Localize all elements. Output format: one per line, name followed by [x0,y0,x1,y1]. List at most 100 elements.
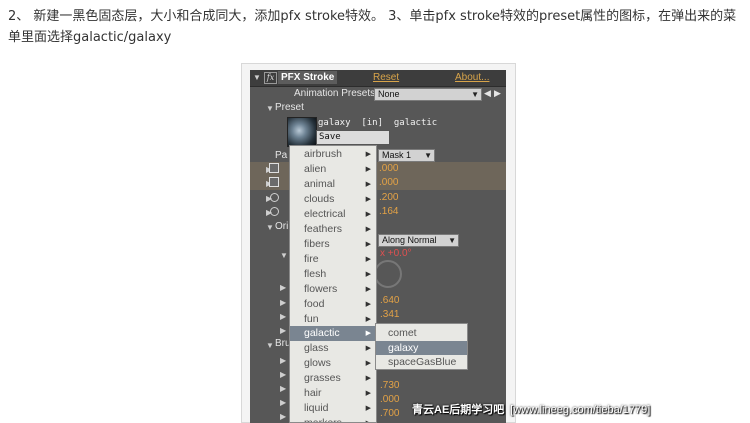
menu-item-label: electrical [304,208,346,220]
path-dropdown[interactable]: Mask 1 ▼ [378,149,435,162]
property-value[interactable]: .341 [380,309,399,320]
menu-item-galactic[interactable]: galactic ▶ [290,326,376,341]
menu-item-label: hair [304,387,322,399]
menu-item-electrical[interactable]: electrical ▶ [290,207,376,222]
effect-name[interactable]: PFX Stroke [278,71,338,84]
menu-item-label: galactic [304,327,340,339]
menu-item-airbrush[interactable]: airbrush ▶ [290,147,376,162]
submenu-arrow-icon: ▶ [365,271,371,278]
property-twirl-icon[interactable]: ▶ [280,298,286,307]
orient-value: Along Normal [382,235,437,245]
brush-twirl-icon[interactable]: ▼ [266,341,274,350]
angle-twirl-icon[interactable]: ▼ [280,251,288,260]
chevron-down-icon: ▼ [471,90,479,99]
menu-item-hair[interactable]: hair ▶ [290,386,376,401]
submenu-arrow-icon: ▶ [365,241,371,248]
save-preset-button[interactable]: Save Preset... [316,130,390,155]
menu-item-markers[interactable]: markers ▶ [290,416,376,422]
submenu-arrow-icon: ▶ [365,256,371,263]
menu-item-glows[interactable]: glows ▶ [290,356,376,371]
menu-item-clouds[interactable]: clouds ▶ [290,192,376,207]
orient-dropdown[interactable]: Along Normal ▼ [378,234,459,247]
submenu-arrow-icon: ▶ [365,151,371,158]
menu-item-food[interactable]: food ▶ [290,297,376,312]
about-link[interactable]: About... [455,72,489,83]
keyframe-toggle-icon[interactable] [269,163,279,173]
animation-presets-dropdown[interactable]: None ▼ [374,88,482,101]
stopwatch-icon[interactable] [270,207,279,216]
menu-item-label: fire [304,253,319,265]
preset-category-menu: airbrush ▶ alien ▶ animal ▶ clouds ▶ electri… [289,145,377,423]
menu-item-label: clouds [304,193,335,205]
property-twirl-icon[interactable]: ▶ [280,412,286,421]
submenu-arrow-icon: ▶ [365,405,371,412]
menu-item-fibers[interactable]: fibers ▶ [290,237,376,252]
menu-item-label: flesh [304,268,327,280]
path-value: Mask 1 [382,150,412,160]
property-value[interactable]: .640 [380,295,399,306]
angle-dial[interactable] [374,260,402,288]
property-value[interactable]: .000 [379,163,398,174]
animation-presets-row: Animation Presets: None ▼ ◀ ▶ [250,87,506,102]
submenu-arrow-icon: ▶ [365,345,371,352]
submenu-arrow-icon: ▶ [366,416,371,422]
submenu-item-galaxy[interactable]: galaxy [376,341,467,355]
property-twirl-icon[interactable]: ▶ [280,384,286,393]
angle-value[interactable]: x +0.0° [380,248,412,259]
next-preset-icon[interactable]: ▶ [494,88,501,99]
property-twirl-icon[interactable]: ▶ [280,326,286,335]
property-twirl-icon[interactable]: ▶ [280,312,286,321]
menu-item-glass[interactable]: glass ▶ [290,341,376,356]
menu-item-alien[interactable]: alien ▶ [290,162,376,177]
property-value[interactable]: .164 [379,206,398,217]
effect-title-bar: ▼ fx PFX Stroke Reset About... [250,70,506,87]
submenu-arrow-icon: ▶ [365,226,371,233]
menu-item-fun[interactable]: fun ▶ [290,312,376,327]
property-twirl-icon[interactable]: ▶ [280,370,286,379]
menu-item-flowers[interactable]: flowers ▶ [290,282,376,297]
menu-item-label: alien [304,163,327,175]
menu-item-label: grasses [304,372,341,384]
property-twirl-icon[interactable]: ▶ [280,356,286,365]
chevron-down-icon: ▼ [424,151,432,160]
preset-twirl-icon[interactable]: ▼ [266,104,274,113]
animation-presets-label: Animation Presets: [294,88,378,99]
menu-item-liquid[interactable]: liquid ▶ [290,401,376,416]
property-twirl-icon[interactable]: ▶ [280,283,286,292]
property-value[interactable]: .730 [380,380,399,391]
property-value[interactable]: .000 [379,177,398,188]
collapse-triangle-icon[interactable]: ▼ [253,73,261,82]
preset-section-label: Preset [275,102,304,113]
preset-thumbnail[interactable] [287,117,317,147]
property-value[interactable]: .200 [379,192,398,203]
menu-item-label: animal [304,178,335,190]
reset-link[interactable]: Reset [373,72,399,83]
submenu-arrow-icon: ▶ [365,360,371,367]
watermark: 青云AE后期学习吧 [www.lineeg.com/tieba/1779] [412,401,650,417]
menu-item-flesh[interactable]: flesh ▶ [290,267,376,282]
menu-item-label: glass [304,342,329,354]
menu-item-label: feathers [304,223,342,235]
menu-item-label: glows [304,357,331,369]
menu-item-label: fun [304,313,319,325]
watermark-brand: 青云AE后期学习吧 [412,404,505,416]
property-twirl-icon[interactable]: ▶ [280,398,286,407]
property-value[interactable]: .000 [380,394,399,405]
menu-item-feathers[interactable]: feathers ▶ [290,222,376,237]
keyframe-toggle-icon[interactable] [269,177,279,187]
menu-item-grasses[interactable]: grasses ▶ [290,371,376,386]
fx-toggle-icon[interactable]: fx [264,72,277,84]
submenu-arrow-icon: ▶ [365,211,371,218]
article-paragraph: 2、 新建一黑色固态层，大小和合成同大，添加pfx stroke特效。 3、单击… [8,9,737,45]
submenu-arrow-icon: ▶ [365,375,371,382]
menu-item-fire[interactable]: fire ▶ [290,252,376,267]
property-value[interactable]: .700 [380,408,399,419]
submenu-item-spacegasblue[interactable]: spaceGasBlue [376,355,467,369]
orient-twirl-icon[interactable]: ▼ [266,223,274,232]
submenu-item-comet[interactable]: comet [376,326,467,340]
submenu-arrow-icon: ▶ [365,181,371,188]
menu-item-animal[interactable]: animal ▶ [290,177,376,192]
submenu-arrow-icon: ▶ [365,166,371,173]
previous-preset-icon[interactable]: ◀ [484,88,491,99]
stopwatch-icon[interactable] [270,193,279,202]
